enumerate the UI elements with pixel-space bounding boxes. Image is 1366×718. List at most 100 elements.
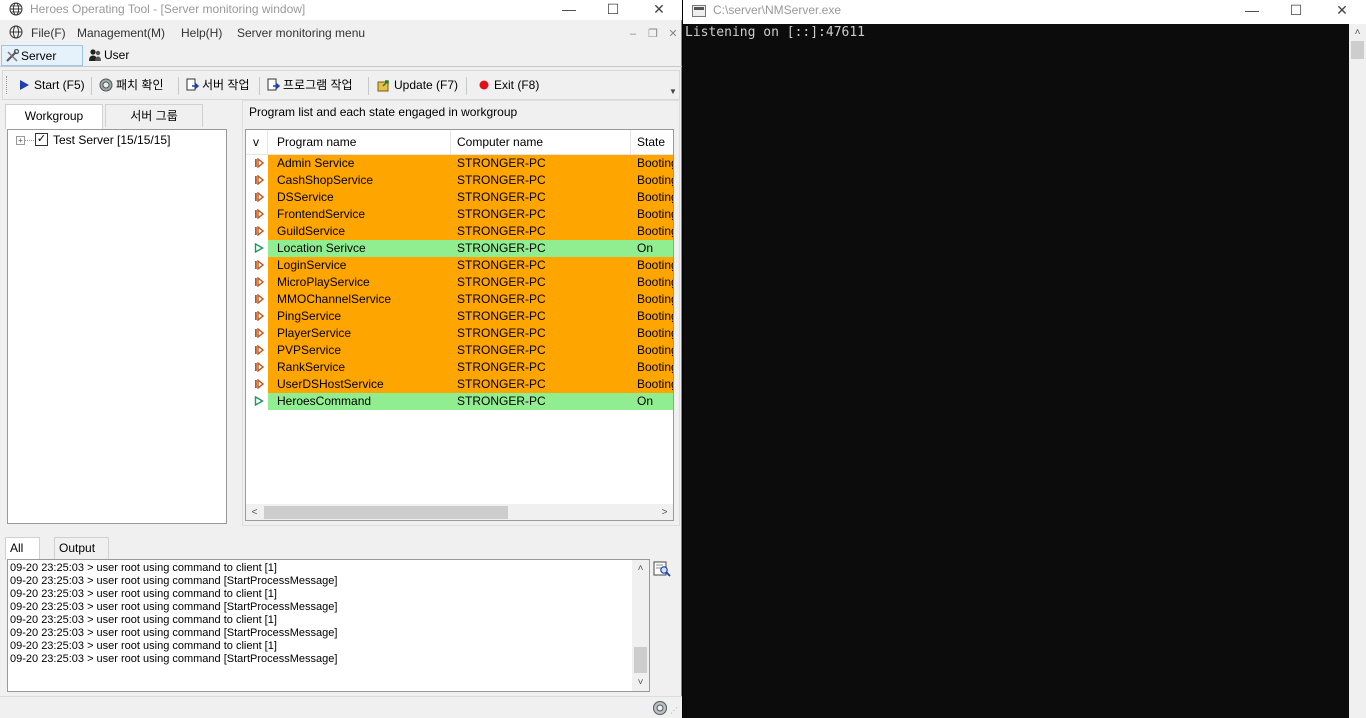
program-name-cell: LoginService (268, 257, 451, 274)
column-header-v[interactable]: v (246, 130, 268, 155)
log-scroll-up-button[interactable]: ˄ (632, 560, 649, 577)
state-cell: Booting (631, 189, 673, 206)
program-work-button[interactable]: 프로그램 작업 (265, 76, 353, 96)
menu-server-monitoring[interactable]: Server monitoring menu (237, 26, 365, 40)
booting-icon (255, 294, 264, 304)
computer-name-cell: STRONGER-PC (451, 393, 631, 410)
console-minimize-button[interactable]: — (1229, 0, 1275, 24)
computer-name-cell: STRONGER-PC (451, 257, 631, 274)
find-in-log-icon[interactable] (653, 561, 671, 577)
update-icon (377, 80, 389, 92)
console-scroll-up-button[interactable]: ˄ (1349, 24, 1366, 41)
table-row[interactable]: HeroesCommand STRONGER-PC On (246, 393, 673, 410)
console-scroll-thumb[interactable] (1351, 41, 1364, 59)
table-row[interactable]: FrontendService STRONGER-PC Booting (246, 206, 673, 223)
log-output[interactable]: 09-20 23:25:03 > user root using command… (7, 559, 650, 692)
update-button[interactable]: Update (F7) (376, 76, 458, 96)
tab-server-state[interactable]: Server state (1, 45, 83, 83)
exit-button[interactable]: Exit (F8) (476, 76, 539, 96)
globe-icon (9, 25, 23, 39)
table-row[interactable]: CashShopService STRONGER-PC Booting (246, 172, 673, 189)
tab-workgroup[interactable]: Workgroup (5, 104, 103, 129)
computer-name-cell: STRONGER-PC (451, 342, 631, 359)
table-row[interactable]: UserDSHostService STRONGER-PC Booting (246, 376, 673, 393)
close-button[interactable]: ✕ (636, 0, 682, 20)
minimize-button[interactable]: — (546, 0, 592, 20)
log-line: 09-20 23:25:03 > user root using command… (10, 562, 277, 574)
table-row[interactable]: MicroPlayService STRONGER-PC Booting (246, 274, 673, 291)
table-row[interactable]: GuildService STRONGER-PC Booting (246, 223, 673, 240)
console-vertical-scrollbar[interactable]: ˄ (1349, 24, 1366, 718)
maximize-button[interactable]: ☐ (590, 0, 636, 20)
mdi-close-button[interactable]: ✕ (665, 27, 681, 41)
stop-icon (479, 80, 489, 90)
table-row[interactable]: MMOChannelService STRONGER-PC Booting (246, 291, 673, 308)
tree-node-test-server[interactable]: Test Server [15/15/15] (53, 133, 170, 147)
tab-user-state[interactable]: User state (85, 45, 161, 82)
column-header-computer-name[interactable]: Computer name (451, 130, 631, 155)
column-header-program-name[interactable]: Program name (268, 130, 451, 155)
document-arrow-icon (186, 78, 199, 91)
tree-expander[interactable]: + (16, 136, 25, 145)
booting-icon (255, 379, 264, 389)
menu-help[interactable]: Help(H) (181, 26, 222, 40)
console-title: C:\server\NMServer.exe (713, 3, 842, 17)
horizontal-scroll-thumb[interactable] (264, 506, 508, 519)
column-header-state[interactable]: State (631, 130, 673, 155)
table-row[interactable]: Admin Service STRONGER-PC Booting (246, 155, 673, 172)
toolbar: Start (F5) 패치 확인 서버 작업 프로그램 작업 Update (F… (2, 70, 680, 100)
booting-icon (255, 277, 264, 287)
log-line: 09-20 23:25:03 > user root using command… (10, 601, 338, 613)
log-scroll-thumb[interactable] (634, 647, 647, 673)
mdi-minimize-button[interactable]: – (625, 27, 641, 41)
tab-all-log[interactable]: All LOG (5, 537, 41, 575)
computer-name-cell: STRONGER-PC (451, 206, 631, 223)
connection-status-icon (653, 701, 667, 715)
horizontal-scrollbar[interactable]: < > (246, 504, 673, 520)
scroll-right-button[interactable]: > (656, 504, 673, 520)
table-row[interactable]: PingService STRONGER-PC Booting (246, 308, 673, 325)
table-row[interactable]: PlayerService STRONGER-PC Booting (246, 325, 673, 342)
tree-node-checkbox[interactable]: ✓ (35, 133, 48, 146)
toolbar-separator (368, 77, 369, 95)
booting-icon (255, 311, 264, 321)
table-row[interactable]: Location Serivce STRONGER-PC On (246, 240, 673, 257)
console-app-icon (692, 5, 706, 17)
log-line: 09-20 23:25:03 > user root using command… (10, 627, 338, 639)
menu-file[interactable]: File(F) (31, 26, 66, 40)
toolbar-separator (178, 77, 179, 95)
heroes-operating-tool-window: Heroes Operating Tool - [Server monitori… (0, 0, 682, 718)
running-icon (254, 243, 264, 253)
mdi-restore-button[interactable]: ❐ (645, 27, 661, 41)
workgroup-tree: + ✓ Test Server [15/15/15] (7, 129, 227, 524)
log-scroll-down-button[interactable]: ˅ (632, 674, 649, 691)
program-name-cell: MMOChannelService (268, 291, 451, 308)
table-row[interactable]: PVPService STRONGER-PC Booting (246, 342, 673, 359)
tab-output-log[interactable]: Output LOG of program (54, 537, 109, 595)
program-name-cell: RankService (268, 359, 451, 376)
log-vertical-scrollbar[interactable]: ˄ ˅ (632, 560, 649, 691)
scroll-left-button[interactable]: < (246, 504, 263, 520)
start-button[interactable]: Start (F5) (16, 76, 85, 96)
computer-name-cell: STRONGER-PC (451, 308, 631, 325)
table-row[interactable]: DSService STRONGER-PC Booting (246, 189, 673, 206)
resize-grip[interactable]: ⋰ (670, 706, 680, 716)
tab-server-group[interactable]: 서버 그룹 (105, 104, 203, 127)
log-line: 09-20 23:25:03 > user root using command… (10, 588, 277, 600)
running-icon (254, 396, 264, 406)
toolbar-grip[interactable] (6, 76, 9, 94)
menu-management[interactable]: Management(M) (77, 26, 165, 40)
table-row[interactable]: RankService STRONGER-PC Booting (246, 359, 673, 376)
users-icon (89, 49, 101, 61)
log-line: 09-20 23:25:03 > user root using command… (10, 653, 338, 665)
patch-check-button[interactable]: 패치 확인 (98, 76, 164, 96)
toolbar-overflow-button[interactable]: ▼ (669, 88, 677, 96)
console-close-button[interactable]: ✕ (1319, 0, 1365, 24)
console-window: C:\server\NMServer.exe — ☐ ✕ Listening o… (683, 0, 1366, 718)
booting-icon (255, 362, 264, 372)
table-row[interactable]: LoginService STRONGER-PC Booting (246, 257, 673, 274)
server-work-button[interactable]: 서버 작업 (184, 76, 250, 96)
booting-icon (255, 226, 264, 236)
console-maximize-button[interactable]: ☐ (1273, 0, 1319, 24)
state-cell: Booting (631, 308, 673, 325)
